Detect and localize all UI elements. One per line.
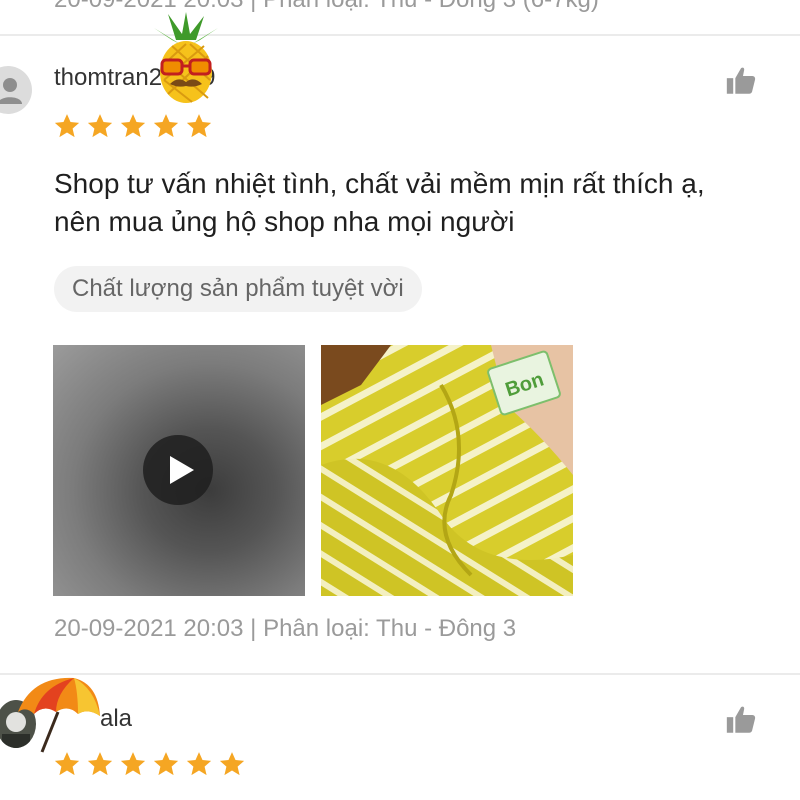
striped-fabric-photo: Bon xyxy=(321,345,573,596)
review-date: 20-09-2021 20:03 xyxy=(54,615,244,642)
star-icon xyxy=(54,114,80,138)
review-divider xyxy=(0,34,800,36)
thumbs-up-icon[interactable] xyxy=(724,64,758,98)
quality-tag: Chất lượng sản phẩm tuyệt vời xyxy=(54,266,422,312)
star-icon xyxy=(153,114,179,138)
star-icon xyxy=(186,752,212,776)
rating-stars xyxy=(53,112,213,140)
rating-stars xyxy=(53,750,246,778)
review-meta: 20-09-2021 20:03 | Phân loại: Thu - Đông… xyxy=(54,615,516,643)
play-icon[interactable] xyxy=(143,435,213,505)
pineapple-sunglasses-icon xyxy=(154,12,218,103)
umbrella-icon xyxy=(18,677,100,753)
review-variant: | Phân loại: Thu - Đông 3 xyxy=(250,615,517,642)
review-text: Shop tư vấn nhiệt tình, chất vải mềm mịn… xyxy=(54,165,794,241)
star-icon xyxy=(186,114,212,138)
avatar[interactable] xyxy=(0,66,32,114)
thumbs-up-icon[interactable] xyxy=(724,703,758,737)
review-video-thumbnail[interactable] xyxy=(53,345,305,596)
star-icon xyxy=(120,752,146,776)
review-photo-thumbnail[interactable]: Bon xyxy=(321,345,573,596)
star-icon xyxy=(54,752,80,776)
review-text-line: Shop tư vấn nhiệt tình, chất vải mềm mịn… xyxy=(54,168,705,199)
star-icon xyxy=(219,752,245,776)
user-icon xyxy=(0,78,22,104)
star-icon xyxy=(120,114,146,138)
review-divider xyxy=(0,673,800,675)
star-icon xyxy=(153,752,179,776)
review-text-line: nên mua ủng hộ shop nha mọi người xyxy=(54,206,515,237)
reviewer-username[interactable]: ala xyxy=(100,705,132,733)
star-icon xyxy=(87,114,113,138)
previous-review-meta: 20-09-2021 20:03 | Phân loại: Thu - Đông… xyxy=(54,0,599,14)
star-icon xyxy=(87,752,113,776)
